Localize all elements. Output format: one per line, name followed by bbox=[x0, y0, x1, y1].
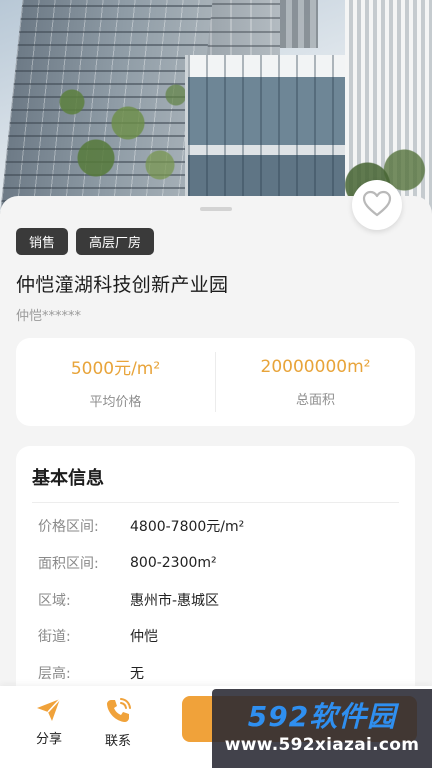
detail-sheet: 销售 高层厂房 仲恺潼湖科技创新产业园 仲恺****** 5000元/m² 平均… bbox=[0, 196, 432, 768]
info-key: 面积区间: bbox=[38, 556, 99, 572]
info-row-street: 街道: 仲恺 bbox=[38, 626, 158, 646]
share-label: 分享 bbox=[36, 732, 63, 747]
phone-icon bbox=[105, 698, 131, 724]
basic-info-title: 基本信息 bbox=[32, 468, 104, 489]
watermark-logo-text: 软件园 bbox=[309, 699, 397, 733]
info-value: 800-2300m² bbox=[130, 555, 217, 571]
stat-label: 平均价格 bbox=[89, 395, 142, 410]
watermark-logo: 592软件园 bbox=[247, 699, 397, 733]
info-value: 无 bbox=[130, 666, 144, 682]
watermark-url: www.592xiazai.com bbox=[224, 734, 420, 755]
photo-greenery bbox=[40, 60, 200, 200]
info-row-price-range: 价格区间: 4800-7800元/m² bbox=[38, 516, 244, 536]
info-key: 层高: bbox=[38, 666, 71, 682]
info-row-floor-height: 层高: 无 bbox=[38, 663, 144, 683]
divider bbox=[32, 502, 399, 503]
info-key: 价格区间: bbox=[38, 519, 99, 535]
favorite-button[interactable] bbox=[352, 180, 402, 230]
heart-outline-icon bbox=[362, 190, 392, 221]
info-key: 街道: bbox=[38, 629, 71, 645]
tag-list: 销售 高层厂房 bbox=[16, 228, 155, 255]
stat-total-area: 20000000m² 总面积 bbox=[216, 338, 415, 426]
info-row-area-range: 面积区间: 800-2300m² bbox=[38, 553, 217, 573]
info-key: 区域: bbox=[38, 593, 71, 609]
info-value: 4800-7800元/m² bbox=[130, 519, 245, 535]
share-button[interactable]: 分享 bbox=[36, 698, 62, 747]
property-subtitle: 仲恺****** bbox=[16, 309, 82, 324]
photo-podium bbox=[185, 55, 365, 215]
contact-button[interactable]: 联系 bbox=[105, 698, 131, 749]
paper-plane-icon bbox=[36, 698, 62, 722]
info-row-region: 区域: 惠州市-惠城区 bbox=[38, 590, 219, 610]
stat-average-price: 5000元/m² 平均价格 bbox=[16, 338, 215, 426]
stat-value: 5000元/m² bbox=[70, 359, 161, 379]
property-title: 仲恺潼湖科技创新产业园 bbox=[16, 274, 229, 296]
site-watermark: 592软件园 www.592xiazai.com bbox=[212, 689, 432, 768]
info-value: 仲恺 bbox=[130, 629, 158, 645]
info-value: 惠州市-惠城区 bbox=[130, 593, 220, 609]
photo-blurred-area bbox=[280, 0, 318, 48]
tag-building-type: 高层厂房 bbox=[76, 228, 155, 255]
stat-value: 20000000m² bbox=[260, 356, 371, 377]
contact-label: 联系 bbox=[105, 734, 132, 749]
stats-card: 5000元/m² 平均价格 20000000m² 总面积 bbox=[16, 338, 415, 426]
tag-sale: 销售 bbox=[16, 228, 69, 255]
sheet-drag-handle[interactable] bbox=[200, 207, 232, 211]
watermark-logo-number: 592 bbox=[247, 699, 310, 733]
stat-label: 总面积 bbox=[295, 392, 335, 408]
